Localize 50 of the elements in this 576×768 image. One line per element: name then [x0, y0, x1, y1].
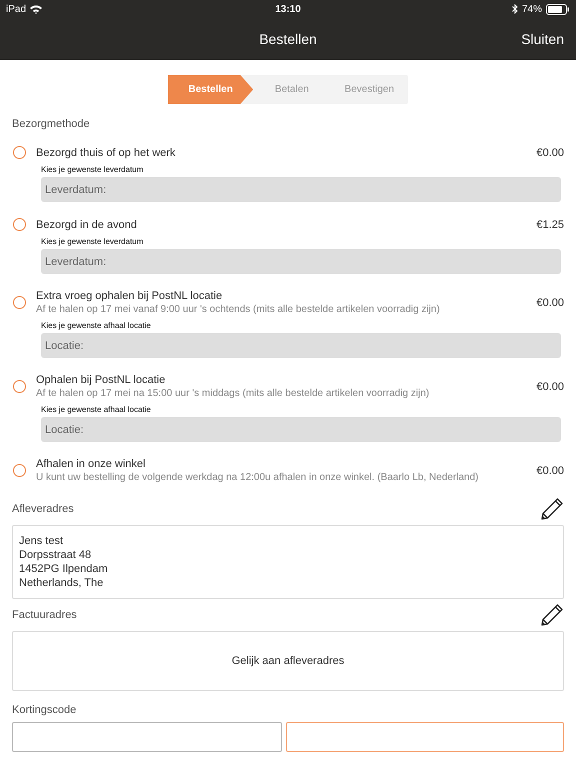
- clock: 13:10: [275, 4, 301, 14]
- wifi-icon: [30, 4, 42, 14]
- address-line: Jens test: [19, 535, 64, 547]
- option-description: U kunt uw bestelling de volgende werkdag na 12:00u afhalen in onze winkel. (Baarlo Lb, Nederland): [36, 472, 480, 483]
- price: €0.00: [536, 146, 564, 158]
- field-label: Kies je gewenste leverdatum: [41, 165, 144, 174]
- device-name: iPad: [6, 4, 26, 14]
- address-line: 1452PG Ilpendam: [19, 563, 109, 575]
- battery-icon: [546, 4, 570, 14]
- step-tab[interactable]: Bevestigen: [330, 75, 408, 104]
- input-field[interactable]: Leverdatum:: [41, 249, 561, 274]
- screen-title: Bestellen: [259, 31, 317, 47]
- section-heading: Factuuradres: [12, 609, 77, 621]
- step-tab[interactable]: Betalen: [253, 75, 331, 104]
- radio-button[interactable]: [13, 218, 26, 231]
- discount-code-field[interactable]: [12, 722, 282, 752]
- option-description: Af te halen op 17 mei na 15:00 uur 's middags (mits alle bestelde artikelen voorradig zijn): [36, 388, 430, 399]
- option-title: Bezorgd thuis of op het werk: [36, 146, 176, 158]
- input-field[interactable]: Locatie:: [41, 417, 561, 442]
- price: €0.00: [536, 464, 564, 476]
- input-field[interactable]: Leverdatum:: [41, 177, 561, 202]
- field-label: Kies je gewenste afhaal locatie: [41, 405, 152, 414]
- billing-note: Gelijk aan afleveradres: [232, 655, 344, 667]
- option-description: Af te halen op 17 mei vanaf 9:00 uur 's ochtends (mits alle bestelde artikelen voorradig zijn): [36, 304, 441, 315]
- option-title: Afhalen in onze winkel: [36, 458, 146, 470]
- section-heading: Kortingscode: [12, 704, 78, 716]
- input-field[interactable]: Locatie:: [41, 333, 561, 358]
- section-heading: Afleveradres: [12, 503, 74, 515]
- field-label: Kies je gewenste afhaal locatie: [41, 321, 152, 330]
- price: €0.00: [536, 380, 564, 392]
- radio-button[interactable]: [13, 464, 26, 477]
- price: €0.00: [536, 296, 564, 308]
- close-button[interactable]: Sluiten: [521, 31, 564, 47]
- bluetooth-icon: [512, 4, 518, 14]
- price: €1.25: [536, 218, 564, 230]
- address-line: Netherlands, The: [19, 577, 104, 589]
- option-title: Extra vroeg ophalen bij PostNL locatie: [36, 290, 224, 302]
- radio-button[interactable]: [13, 380, 26, 393]
- battery-percentage: 74%: [522, 4, 542, 14]
- option-title: Bezorgd in de avond: [36, 218, 138, 230]
- apply-button[interactable]: [286, 722, 564, 752]
- step-tab[interactable]: Bestellen: [168, 75, 254, 104]
- radio-button[interactable]: [13, 296, 26, 309]
- section-heading: Bezorgmethode: [12, 118, 91, 130]
- option-title: Ophalen bij PostNL locatie: [36, 374, 166, 386]
- pencil-icon[interactable]: [540, 603, 564, 627]
- radio-button[interactable]: [13, 146, 26, 159]
- field-label: Kies je gewenste leverdatum: [41, 237, 144, 246]
- address-line: Dorpsstraat 48: [19, 549, 92, 561]
- pencil-icon[interactable]: [540, 497, 564, 521]
